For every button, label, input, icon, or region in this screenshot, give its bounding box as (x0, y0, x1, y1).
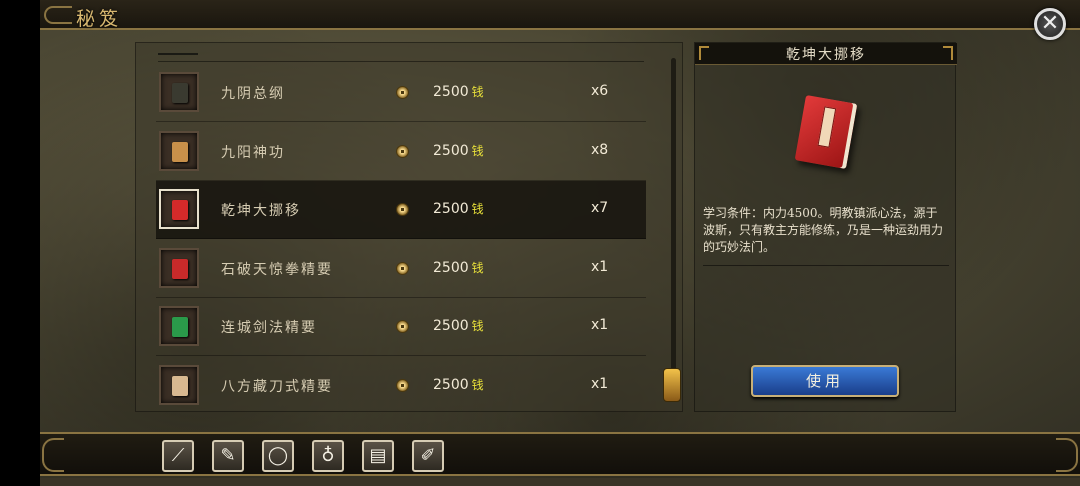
divider (158, 61, 644, 62)
armor-icon: ✎ (220, 445, 236, 466)
price-unit: 钱 (471, 202, 484, 216)
sword-icon: ⟋ (171, 445, 185, 466)
item-thumbnail (159, 306, 199, 346)
coin-icon (396, 261, 409, 275)
price-unit: 钱 (471, 143, 484, 158)
detail-title: 乾坤大挪移 (786, 47, 866, 63)
item-name: 九阴总纲 (221, 86, 285, 102)
ring-icon: ◯ (267, 445, 289, 466)
title-ornament-icon (44, 6, 72, 24)
close-button[interactable]: ✕ (1034, 8, 1066, 40)
page-title: 秘笈 (76, 8, 123, 30)
item-price: 2500 钱 (433, 259, 484, 276)
list-item[interactable]: 九阳神功 2500 钱 x8 (156, 123, 646, 181)
item-count: x8 (591, 141, 609, 158)
price-unit: 钱 (471, 319, 484, 333)
gourd-button[interactable]: ♁ (312, 440, 344, 472)
detail-header: 乾坤大挪移 (695, 43, 957, 65)
armor-button[interactable]: ✎ (212, 440, 244, 472)
footer-strip (40, 478, 1080, 486)
title-bar: 秘笈 (40, 0, 1080, 30)
book-label (817, 106, 837, 148)
item-name: 乾坤大挪移 (221, 203, 301, 219)
sword-button[interactable]: ⟋ (162, 440, 194, 472)
item-name: 连城剑法精要 (221, 320, 317, 336)
bottom-toolbar: ⟋ ✎ ◯ ♁ ▤ ✐ (40, 432, 1080, 476)
use-button[interactable]: 使用 (751, 365, 899, 397)
book-icon (172, 258, 188, 279)
book-icon (172, 141, 188, 162)
book-icon (794, 94, 858, 170)
scroll-icon: ✐ (420, 445, 436, 466)
detail-panel: 乾坤大挪移 学习条件：内力4500。明教镇派心法，源于波斯，只有教主方能修练，乃… (694, 42, 957, 412)
list-item[interactable]: 连城剑法精要 2500 钱 x1 (156, 298, 646, 356)
item-description: 学习条件：内力4500。明教镇派心法，源于波斯，只有教主方能修练，乃是一种运劲用… (703, 206, 944, 254)
coin-icon (396, 86, 409, 99)
item-count: x1 (591, 317, 609, 333)
book-icon (172, 375, 188, 396)
book-icon (172, 83, 188, 103)
book-icon (172, 317, 188, 337)
item-price: 2500 钱 (433, 318, 484, 334)
item-name: 八方藏刀式精要 (221, 378, 333, 395)
item-name: 石破天惊拳精要 (221, 261, 333, 278)
scrollbar-track[interactable] (671, 58, 676, 388)
game-screen: 秘笈 ✕ 九阴总纲 2500 钱 x6 九阳神功 2500 钱 x8 乾坤大挪移 2500 钱 x7 石… (40, 0, 1080, 486)
item-thumbnail (159, 364, 199, 405)
item-thumbnail (159, 247, 199, 288)
item-count: x6 (591, 83, 609, 99)
item-count: x1 (591, 258, 609, 275)
item-list-panel: 九阴总纲 2500 钱 x6 九阳神功 2500 钱 x8 乾坤大挪移 2500 钱 x7 石破天惊拳精… (135, 42, 683, 412)
item-price: 2500 钱 (433, 84, 484, 100)
book-icon (172, 200, 188, 220)
corner-ornament-icon (943, 46, 953, 60)
coin-icon (396, 378, 409, 392)
list-item[interactable]: 石破天惊拳精要 2500 钱 x1 (156, 240, 646, 298)
list-item[interactable]: 九阴总纲 2500 钱 x6 (156, 64, 646, 122)
ring-button[interactable]: ◯ (262, 440, 294, 472)
gourd-icon: ♁ (321, 445, 335, 466)
item-price: 2500 钱 (433, 142, 484, 159)
list-item[interactable]: 乾坤大挪移 2500 钱 x7 (156, 181, 646, 239)
item-name: 九阳神功 (221, 144, 285, 161)
price-unit: 钱 (471, 377, 484, 392)
close-icon: ✕ (1040, 11, 1060, 36)
item-thumbnail (159, 72, 199, 112)
divider (703, 265, 949, 266)
item-price: 2500 钱 (433, 376, 484, 393)
toolbar-ornament-icon (1056, 438, 1078, 472)
item-price: 2500 钱 (433, 201, 484, 217)
scroll-down-icon[interactable] (663, 368, 681, 402)
price-unit: 钱 (471, 260, 484, 275)
toolbar-ornament-icon (42, 438, 64, 472)
chest-button[interactable]: ▤ (362, 440, 394, 472)
coin-icon (396, 203, 409, 216)
item-thumbnail (159, 189, 199, 229)
coin-icon (396, 320, 409, 333)
price-unit: 钱 (471, 85, 484, 99)
item-count: x7 (591, 200, 609, 216)
coin-icon (396, 144, 409, 158)
scroll-button[interactable]: ✐ (412, 440, 444, 472)
item-count: x1 (591, 375, 609, 392)
item-thumbnail (159, 130, 199, 171)
list-item[interactable]: 八方藏刀式精要 2500 钱 x1 (156, 357, 646, 412)
chest-icon: ▤ (369, 445, 387, 466)
divider (158, 53, 198, 55)
